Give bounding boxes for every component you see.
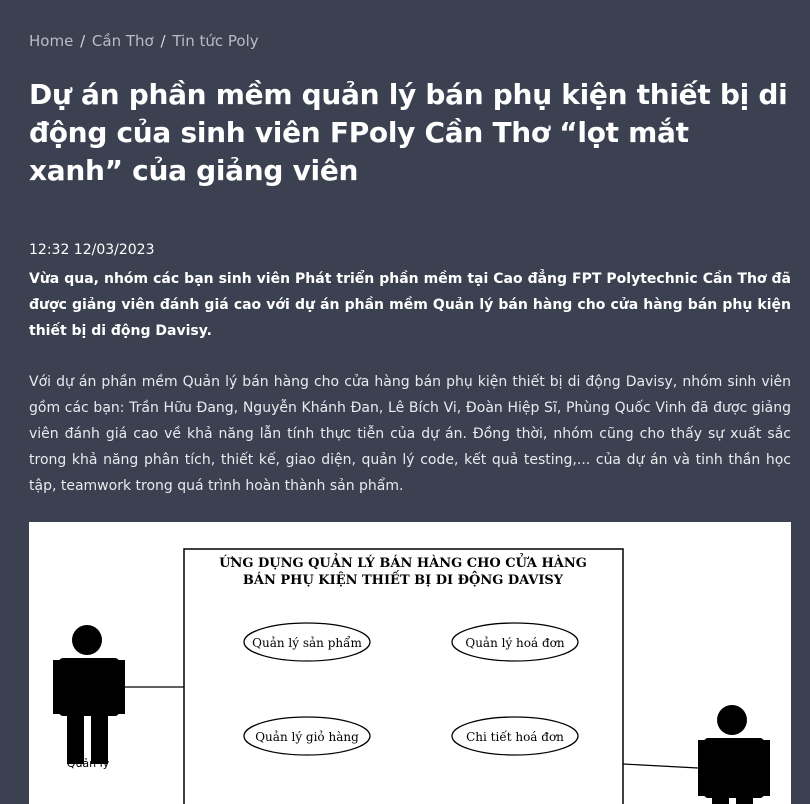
system-title-line2: BÁN PHỤ KIỆN THIẾT BỊ DI ĐỘNG DAVISY bbox=[243, 570, 564, 588]
breadcrumb-separator: / bbox=[80, 32, 86, 50]
actor-right-icon bbox=[698, 705, 770, 804]
article-title: Dự án phần mềm quản lý bán phụ kiện thiế… bbox=[29, 78, 788, 187]
breadcrumb-can-tho-link[interactable]: Cần Thơ bbox=[92, 32, 154, 50]
actor-left-label: Quản lý bbox=[67, 757, 110, 770]
use-case-diagram-image: ỨNG DỤNG QUẢN LÝ BÁN HÀNG CHO CỬA HÀNG B… bbox=[29, 522, 791, 804]
breadcrumb: Home / Cần Thơ / Tin tức Poly bbox=[29, 32, 259, 50]
use-case-quan-ly-san-pham: Quản lý sản phẩm bbox=[252, 635, 362, 650]
use-case-quan-ly-hoa-don: Quản lý hoá đơn bbox=[465, 636, 565, 650]
system-title-line1: ỨNG DỤNG QUẢN LÝ BÁN HÀNG CHO CỬA HÀNG bbox=[219, 553, 587, 571]
article-body-paragraph: Với dự án phần mềm Quản lý bán hàng cho … bbox=[29, 374, 791, 494]
article-lead: Vừa qua, nhóm các bạn sinh viên Phát tri… bbox=[29, 271, 791, 339]
article-timestamp: 12:32 12/03/2023 bbox=[29, 242, 155, 258]
breadcrumb-tin-tuc-poly-link[interactable]: Tin tức Poly bbox=[172, 32, 258, 50]
use-case-chi-tiet-hoa-don: Chi tiết hoá đơn bbox=[466, 729, 564, 744]
use-case-quan-ly-gio-hang: Quản lý giỏ hàng bbox=[255, 730, 359, 744]
association-line bbox=[622, 763, 699, 769]
breadcrumb-separator: / bbox=[160, 32, 166, 50]
article-page: Home / Cần Thơ / Tin tức Poly Dự án phần… bbox=[0, 0, 810, 804]
breadcrumb-home-link[interactable]: Home bbox=[29, 32, 73, 50]
actor-left-icon bbox=[53, 625, 125, 764]
